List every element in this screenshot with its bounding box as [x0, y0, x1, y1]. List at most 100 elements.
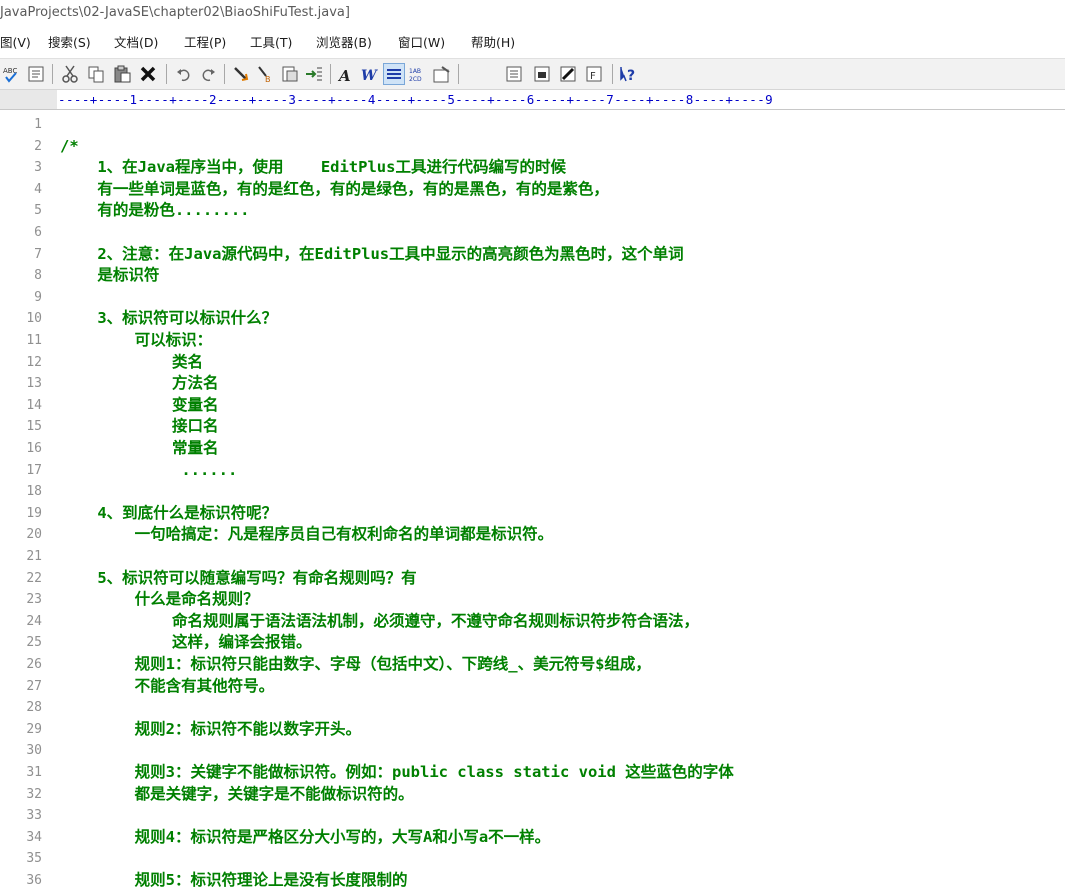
editor-line[interactable]: 5 有的是粉色........	[0, 200, 1065, 222]
editor-line[interactable]: 29 规则2：标识符不能以数字开头。	[0, 719, 1065, 741]
editor-line[interactable]: 15 接口名	[0, 416, 1065, 438]
line-text[interactable]: 变量名	[60, 395, 219, 417]
editor-line[interactable]: 2 /*	[0, 136, 1065, 158]
editor-line[interactable]: 20 一句哈搞定：凡是程序员自己有权利命名的单词都是标识符。	[0, 524, 1065, 546]
menu-view[interactable]: 图(V)	[0, 31, 31, 55]
font-icon[interactable]: A	[336, 64, 356, 84]
paste-icon[interactable]	[112, 64, 132, 84]
editor-line[interactable]: 27 不能含有其他符号。	[0, 676, 1065, 698]
menu-tools[interactable]: 工具(T)	[250, 31, 292, 55]
editor-line[interactable]: 34 规则4：标识符是严格区分大小写的，大写A和小写a不一样。	[0, 827, 1065, 849]
line-text[interactable]: 命名规则属于语法语法机制，必须遵守，不遵守命名规则标识符步符合语法，	[60, 611, 699, 633]
replace-icon[interactable]: B	[256, 64, 276, 84]
editor-line[interactable]: 22 5、标识符可以随意编写吗？有命名规则吗？有	[0, 568, 1065, 590]
menu-project[interactable]: 工程(P)	[184, 31, 226, 55]
editor-line[interactable]: 21	[0, 546, 1065, 568]
abcd-icon[interactable]: 1AB 2CD	[408, 64, 428, 84]
editor-line[interactable]: 26 规则1：标识符只能由数字、字母（包括中文）、下跨线_、美元符号$组成，	[0, 654, 1065, 676]
editor-line[interactable]: 9	[0, 287, 1065, 309]
line-text[interactable]: 规则1：标识符只能由数字、字母（包括中文）、下跨线_、美元符号$组成，	[60, 654, 651, 676]
view2-icon[interactable]	[532, 64, 552, 84]
line-text[interactable]: 这样，编译会报错。	[60, 632, 312, 654]
find-icon[interactable]	[232, 64, 252, 84]
line-text[interactable]: 规则2：标识符不能以数字开头。	[60, 719, 361, 741]
editor-line[interactable]: 32 都是关键字，关键字是不能做标识符的。	[0, 784, 1065, 806]
line-number: 26	[26, 657, 42, 672]
menu-window[interactable]: 窗口(W)	[398, 31, 445, 55]
line-text[interactable]: 规则3：关键字不能做标识符。例如：public class static voi…	[60, 762, 734, 784]
line-text[interactable]: 规则5：标识符理论上是没有长度限制的	[60, 870, 408, 887]
line-number: 24	[26, 613, 42, 629]
editor-line[interactable]: 31 规则3：关键字不能做标识符。例如：public class static …	[0, 762, 1065, 784]
cut-icon[interactable]	[60, 64, 80, 84]
editor-line[interactable]: 3 1、在Java程序当中，使用 EditPlus工具进行代码编写的时候	[0, 157, 1065, 179]
line-text[interactable]: 是标识符	[60, 265, 159, 287]
delete-icon[interactable]	[138, 64, 158, 84]
editor-line[interactable]: 33	[0, 805, 1065, 827]
editor-line[interactable]: 24 命名规则属于语法语法机制，必须遵守，不遵守命名规则标识符步符合语法，	[0, 611, 1065, 633]
line-text[interactable]: 不能含有其他符号。	[60, 676, 275, 698]
editor-line[interactable]: 19 4、到底什么是标识符呢？	[0, 503, 1065, 525]
page-icon[interactable]	[26, 64, 46, 84]
line-text[interactable]: 类名	[60, 352, 203, 374]
line-text[interactable]: 接口名	[60, 416, 219, 438]
line-text[interactable]: 可以标识：	[60, 330, 213, 352]
line-text[interactable]: 一句哈搞定：凡是程序员自己有权利命名的单词都是标识符。	[60, 524, 554, 546]
line-text[interactable]: 5、标识符可以随意编写吗？有命名规则吗？有	[60, 568, 416, 590]
editor-line[interactable]: 25 这样，编译会报错。	[0, 632, 1065, 654]
editor-line[interactable]: 4 有一些单词是蓝色，有的是红色，有的是绿色，有的是黑色，有的是紫色，	[0, 179, 1065, 201]
menu-document[interactable]: 文档(D)	[114, 31, 158, 55]
help-icon[interactable]: ?	[618, 64, 638, 84]
editor-line[interactable]: 16 常量名	[0, 438, 1065, 460]
line-text[interactable]: 什么是命名规则？	[60, 589, 259, 611]
line-number: 1	[34, 117, 42, 132]
editor-line[interactable]: 36 规则5：标识符理论上是没有长度限制的	[0, 870, 1065, 887]
editor-line[interactable]: 23 什么是命名规则？	[0, 589, 1065, 611]
editor-line[interactable]: 11 可以标识：	[0, 330, 1065, 352]
editor-line[interactable]: 35	[0, 848, 1065, 870]
undo-icon[interactable]	[174, 64, 194, 84]
select-icon[interactable]	[280, 64, 300, 84]
menu-browser[interactable]: 浏览器(B)	[316, 31, 372, 55]
menu-search[interactable]: 搜索(S)	[48, 31, 91, 55]
spellcheck-icon[interactable]: ABC	[2, 64, 22, 84]
line-text[interactable]: 3、标识符可以标识什么？	[60, 308, 277, 330]
editor-line[interactable]: 8 是标识符	[0, 265, 1065, 287]
line-number: 15	[26, 419, 42, 435]
indent-icon[interactable]	[304, 64, 324, 84]
view1-icon[interactable]	[504, 64, 524, 84]
editor-line[interactable]: 30	[0, 740, 1065, 762]
editor-line[interactable]: 28	[0, 697, 1065, 719]
editor-line[interactable]: 18	[0, 481, 1065, 503]
wordwrap-icon[interactable]: W	[360, 64, 380, 84]
line-text[interactable]: 有一些单词是蓝色，有的是红色，有的是绿色，有的是黑色，有的是紫色，	[60, 179, 609, 201]
line-number: 30	[26, 743, 42, 759]
line-icon[interactable]	[383, 63, 405, 85]
line-number: 10	[26, 311, 42, 327]
line-text[interactable]: ......	[60, 460, 237, 482]
editor-line[interactable]: 1	[0, 114, 1065, 136]
editor-line[interactable]: 6	[0, 222, 1065, 244]
line-text[interactable]: 都是关键字，关键字是不能做标识符的。	[60, 784, 414, 806]
editor-line[interactable]: 17 ......	[0, 460, 1065, 482]
code-editor[interactable]: 1 2/* 3 1、在Java程序当中，使用 EditPlus工具进行代码编写的时候…	[0, 114, 1065, 887]
line-text[interactable]: 规则4：标识符是严格区分大小写的，大写A和小写a不一样。	[60, 827, 551, 849]
editor-line[interactable]: 13 方法名	[0, 373, 1065, 395]
view4-icon[interactable]: F	[584, 64, 604, 84]
line-text[interactable]: 2、注意：在Java源代码中，在EditPlus工具中显示的高亮颜色为黑色时，这…	[60, 244, 683, 266]
redo-icon[interactable]	[198, 64, 218, 84]
menu-help[interactable]: 帮助(H)	[471, 31, 515, 55]
editor-line[interactable]: 12 类名	[0, 352, 1065, 374]
editor-line[interactable]: 10 3、标识符可以标识什么？	[0, 308, 1065, 330]
line-text[interactable]: /*	[60, 136, 79, 158]
editor-line[interactable]: 7 2、注意：在Java源代码中，在EditPlus工具中显示的高亮颜色为黑色时…	[0, 244, 1065, 266]
line-text[interactable]: 4、到底什么是标识符呢？	[60, 503, 277, 525]
line-text[interactable]: 有的是粉色........	[60, 200, 249, 222]
settings-icon[interactable]	[432, 64, 452, 84]
line-text[interactable]: 方法名	[60, 373, 219, 395]
line-text[interactable]: 常量名	[60, 438, 219, 460]
editor-line[interactable]: 14 变量名	[0, 395, 1065, 417]
view3-icon[interactable]	[558, 64, 578, 84]
copy-icon[interactable]	[86, 64, 106, 84]
line-text[interactable]: 1、在Java程序当中，使用 EditPlus工具进行代码编写的时候	[60, 157, 566, 179]
